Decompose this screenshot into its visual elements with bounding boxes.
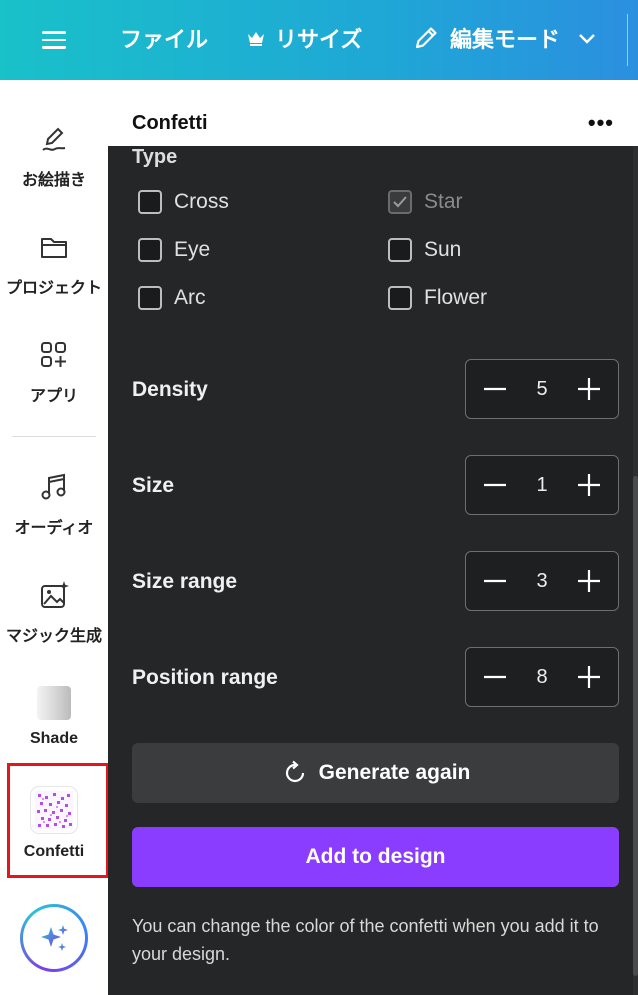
sidebar-item-shade[interactable]: Shade [0,686,108,748]
position-range-label: Position range [132,666,278,689]
sidebar-divider [12,436,96,437]
sidebar-item-label: お絵描き [21,172,86,189]
plus-icon[interactable] [574,470,604,500]
size-label: Size [132,474,175,497]
position-range-value: 8 [536,665,548,688]
panel-scrollbar[interactable] [633,146,638,995]
sidebar-item-label: アプリ [29,388,78,405]
density-stepper: 5 [465,359,619,419]
checkbox[interactable] [138,238,162,262]
checkbox[interactable] [388,190,412,214]
size-range-value: 3 [536,569,548,592]
pencil-icon [415,27,437,49]
shade-app-icon [37,686,71,720]
sidebar-item-label: プロジェクト [5,280,102,297]
sidebar-item-label: Shade [29,730,78,747]
edit-mode-label: 編集モード [450,27,561,52]
selected-app-highlight [7,763,109,878]
scrollbar-thumb[interactable] [633,476,638,976]
minus-icon[interactable] [480,662,510,692]
music-note-icon [41,473,66,500]
confetti-panel: Type Cross Star Eye Sun Arc Flower Densi… [108,146,638,995]
checkbox[interactable] [388,238,412,262]
type-checkbox-flower[interactable]: Flower [388,286,487,310]
sparkle-icon [41,925,68,951]
topbar-divider [626,14,628,66]
plus-icon[interactable] [574,374,604,404]
resize-button[interactable]: リサイズ [247,22,362,54]
size-range-label: Size range [132,570,238,593]
more-options-icon[interactable]: ••• [588,110,614,136]
edit-mode-dropdown[interactable]: 編集モード [412,22,598,54]
checkbox-label: Flower [424,286,488,309]
type-checkbox-eye[interactable]: Eye [138,238,210,262]
refresh-icon [285,760,304,783]
minus-icon[interactable] [480,374,510,404]
minus-icon[interactable] [480,566,510,596]
check-icon [393,196,407,208]
checkbox-label: Star [424,190,463,213]
panel-header: Confetti ••• [108,80,638,146]
checkbox-label: Arc [174,286,206,309]
checkbox[interactable] [138,286,162,310]
checkbox[interactable] [138,190,162,214]
add-to-design-button[interactable]: Add to design [132,827,619,887]
file-menu-button[interactable]: ファイル [120,22,208,54]
crown-icon [248,32,264,46]
magic-image-icon [41,581,69,608]
type-section-label: Type [132,146,178,168]
chevron-down-icon [579,34,595,44]
position-range-stepper: 8 [465,647,619,707]
plus-icon[interactable] [574,566,604,596]
type-checkbox-star[interactable]: Star [388,190,463,214]
density-label: Density [132,378,208,401]
sidebar-item-magic-generate[interactable]: マジック生成 [0,578,108,646]
magic-assistant-button[interactable] [20,904,88,972]
generate-again-label: Generate again [318,761,471,784]
file-menu-label: ファイル [120,27,209,52]
confetti-note: You can change the color of the confetti… [132,916,599,964]
draw-icon [42,127,66,151]
minus-icon[interactable] [480,470,510,500]
top-bar: ファイル リサイズ 編集モード [0,0,638,80]
checkbox-label: Cross [174,190,229,213]
type-checkbox-sun[interactable]: Sun [388,238,461,262]
folder-icon [41,238,67,258]
sidebar-item-draw[interactable]: お絵描き [0,122,108,190]
add-to-design-label: Add to design [305,845,446,868]
checkbox-label: Eye [174,238,211,261]
sidebar-item-label: マジック生成 [5,628,102,645]
sidebar-item-label: オーディオ [14,520,94,537]
density-value: 5 [536,377,548,400]
size-value: 1 [536,473,548,496]
resize-label: リサイズ [275,27,363,52]
panel-title: Confetti [132,112,208,134]
left-sidebar: お絵描き プロジェクト アプリ オーディオ マジック生成 Shade Confe… [0,80,109,995]
size-range-stepper: 3 [465,551,619,611]
sidebar-item-apps[interactable]: アプリ [0,338,108,406]
generate-again-button[interactable]: Generate again [132,743,619,803]
plus-icon[interactable] [574,662,604,692]
sidebar-item-projects[interactable]: プロジェクト [0,230,108,298]
size-stepper: 1 [465,455,619,515]
hamburger-icon[interactable] [40,26,68,54]
checkbox-label: Sun [424,238,462,261]
apps-icon [41,342,66,367]
checkbox[interactable] [388,286,412,310]
sidebar-item-audio[interactable]: オーディオ [0,470,108,538]
type-checkbox-arc[interactable]: Arc [138,286,206,310]
type-checkbox-cross[interactable]: Cross [138,190,229,214]
